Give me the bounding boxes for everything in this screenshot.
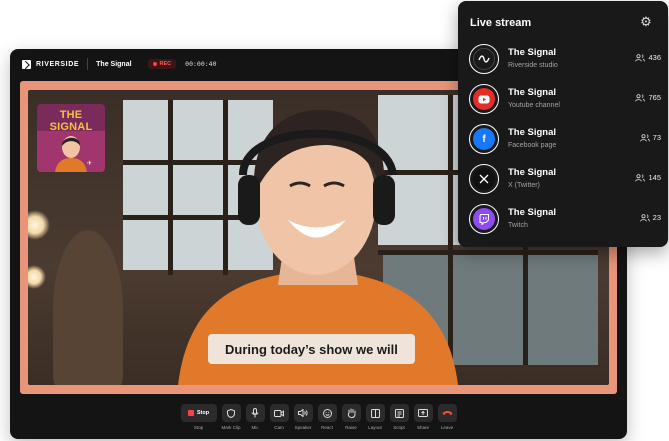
emoji-icon[interactable] — [317, 404, 337, 422]
phone-hangup-icon[interactable] — [437, 404, 457, 422]
rec-label: REC — [159, 61, 172, 67]
viewer-count-value: 23 — [652, 213, 661, 222]
destination-row[interactable]: The Signal X (Twitter) 145 — [468, 162, 662, 196]
destination-name: The Signal — [508, 87, 557, 98]
viewer-count-value: 765 — [648, 93, 661, 102]
destination-row[interactable]: The Signal Youtube channel 765 — [468, 82, 662, 116]
thumbnail-title: THE SIGNAL — [49, 109, 93, 133]
show-thumbnail[interactable]: THE SIGNAL ✈ — [37, 104, 105, 172]
leave-label: Leave — [440, 425, 454, 430]
layout-label: Layout — [368, 425, 382, 430]
destination-platform: Twitch — [508, 222, 528, 229]
stop-button-text: Stop — [196, 410, 210, 416]
speaker-icon[interactable] — [293, 404, 313, 422]
live-stream-panel: Live stream ⚙ The Signal Riverside studi… — [458, 1, 668, 247]
destination-name: The Signal — [508, 207, 557, 218]
show-title: The Signal — [96, 60, 132, 68]
thumbnail-guest — [55, 136, 87, 172]
speaker-label: Speaker — [294, 425, 312, 430]
viewer-count: 436 — [635, 53, 661, 62]
cam-button[interactable]: Cam — [269, 404, 289, 439]
share-button[interactable]: Share — [413, 404, 433, 439]
viewer-count-value: 73 — [652, 133, 661, 142]
destination-platform: Riverside studio — [508, 62, 558, 69]
mic-button[interactable]: Mic — [245, 404, 265, 439]
recording-badge: REC — [147, 59, 177, 69]
stop-button-face[interactable]: Stop — [180, 404, 217, 422]
riverside-icon — [469, 44, 499, 74]
destination-platform: X (Twitter) — [508, 182, 540, 189]
brand-name: RIVERSIDE — [36, 60, 80, 68]
riverside-logo: RIVERSIDE — [22, 59, 80, 69]
mic-label: Mic — [251, 425, 259, 430]
raise-label: Raise — [345, 425, 357, 430]
users-icon — [639, 133, 650, 142]
react-button[interactable]: React — [317, 404, 337, 439]
users-icon — [639, 213, 650, 222]
destination-platform: Youtube channel — [508, 102, 560, 109]
hand-icon[interactable] — [341, 404, 361, 422]
raise-hand-button[interactable]: Raise — [341, 404, 361, 439]
panel-title: Live stream — [470, 17, 532, 29]
mic-icon[interactable] — [245, 404, 265, 422]
mark-clip-label: Mark Clip — [221, 425, 241, 430]
facebook-icon: f — [469, 124, 499, 154]
destination-row[interactable]: f The Signal Facebook page 73 — [468, 122, 662, 156]
camera-icon: ✈ — [87, 161, 93, 167]
users-icon — [635, 53, 646, 62]
viewer-count-value: 436 — [648, 53, 661, 62]
control-toolbar: Stop Stop Mark Clip Mic Cam Speaker Reac… — [10, 404, 627, 439]
react-label: React — [321, 425, 333, 430]
script-button[interactable]: Script — [389, 404, 409, 439]
destination-row[interactable]: The Signal Twitch 23 — [468, 202, 662, 236]
gear-icon[interactable]: ⚙ — [638, 14, 654, 30]
stop-button[interactable]: Stop Stop — [180, 404, 217, 439]
destination-platform: Facebook page — [508, 142, 557, 149]
live-caption: During today’s show we will — [208, 334, 415, 364]
share-label: Share — [416, 425, 429, 430]
destination-name: The Signal — [508, 167, 557, 178]
layout-icon[interactable] — [365, 404, 385, 422]
recording-timer: 00:00:40 — [185, 60, 217, 68]
mark-clip-button[interactable]: Mark Clip — [221, 404, 241, 439]
destination-name: The Signal — [508, 47, 557, 58]
speaker-button[interactable]: Speaker — [293, 404, 313, 439]
layout-button[interactable]: Layout — [365, 404, 385, 439]
cam-label: Cam — [274, 425, 284, 430]
stop-icon — [187, 410, 194, 416]
script-label: Script — [393, 425, 405, 430]
stop-label: Stop — [193, 425, 204, 430]
users-icon — [635, 173, 646, 182]
viewer-count: 73 — [639, 133, 661, 142]
riverside-logo-icon — [22, 59, 31, 69]
users-icon — [635, 93, 646, 102]
viewer-count: 765 — [635, 93, 661, 102]
share-icon[interactable] — [413, 404, 433, 422]
twitch-icon — [469, 204, 499, 234]
viewer-count: 145 — [635, 173, 661, 182]
viewer-count: 23 — [639, 213, 661, 222]
leave-button[interactable]: Leave — [437, 404, 457, 439]
record-dot-icon — [152, 62, 157, 66]
destination-name: The Signal — [508, 127, 557, 138]
youtube-icon — [469, 84, 499, 114]
shield-icon[interactable] — [221, 404, 241, 422]
x-icon — [469, 164, 499, 194]
destination-row[interactable]: The Signal Riverside studio 436 — [468, 42, 662, 76]
script-icon[interactable] — [389, 404, 409, 422]
topbar-divider — [87, 58, 89, 70]
viewer-count-value: 145 — [648, 173, 661, 182]
camera-icon[interactable] — [269, 404, 289, 422]
